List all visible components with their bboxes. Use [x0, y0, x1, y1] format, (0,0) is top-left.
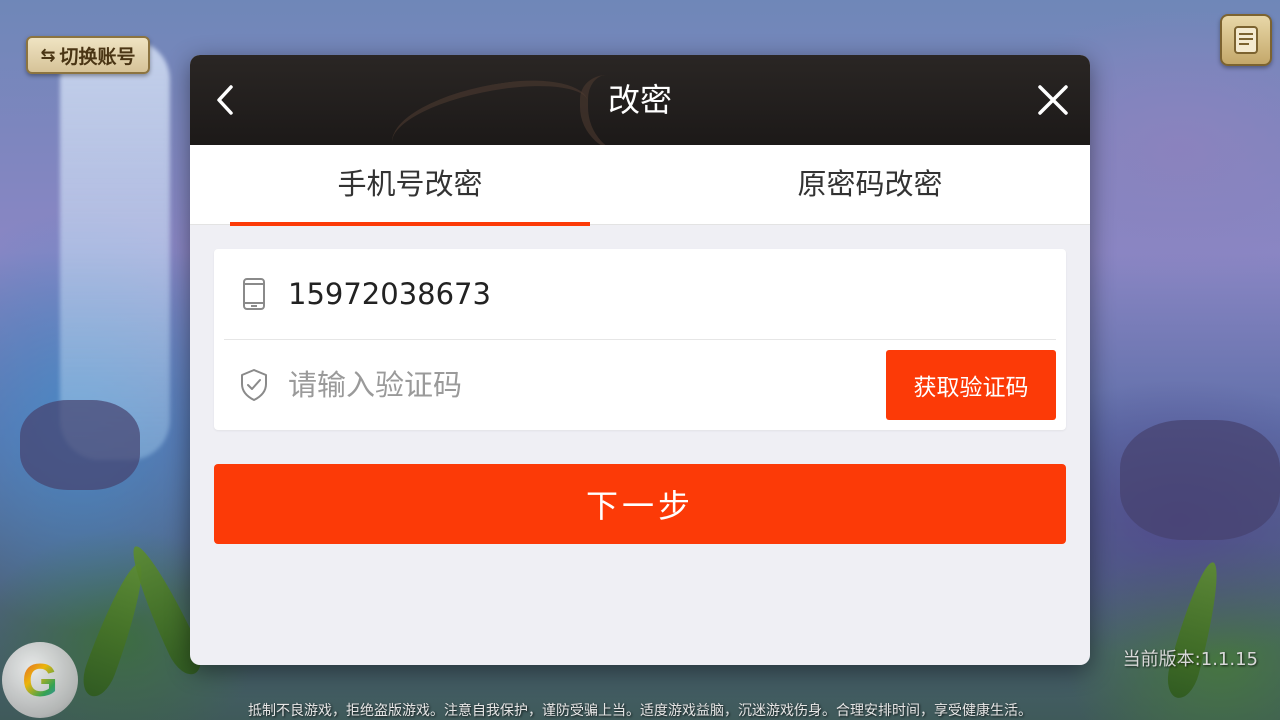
active-tab-indicator	[230, 222, 590, 226]
background-leaf	[1162, 558, 1228, 702]
mobile-phone-icon	[236, 274, 272, 314]
dialog-title: 改密	[607, 81, 672, 119]
next-step-button[interactable]: 下一步	[214, 464, 1066, 544]
version-label: 当前版本:1.1.15	[1122, 649, 1258, 670]
change-password-dialog: 改密 手机号改密 原密码改密 15972038673 请输入验证码 获取验证码 …	[190, 55, 1090, 665]
switch-account-button[interactable]: ⇆ 切换账号	[26, 36, 150, 74]
phone-number-value: 15972038673	[288, 277, 491, 311]
tab-label: 原密码改密	[797, 167, 943, 201]
switch-account-label: 切换账号	[59, 45, 136, 68]
phone-row: 15972038673	[214, 249, 1066, 339]
tab-phone-change-password[interactable]: 手机号改密	[230, 145, 590, 226]
get-verification-code-button[interactable]: 获取验证码	[886, 350, 1056, 420]
scroll-icon	[1234, 26, 1258, 54]
background-waterfall	[60, 40, 170, 460]
game-background: ⇆ 切换账号 G 当前版本:1.1.15 抵制不良游戏，拒绝盗版游戏。注意自我保…	[0, 0, 1280, 720]
tab-old-password-change[interactable]: 原密码改密	[690, 145, 1050, 225]
background-rock	[20, 400, 140, 490]
notice-scroll-button[interactable]	[1220, 14, 1272, 66]
dialog-header: 改密	[190, 55, 1090, 145]
back-button[interactable]	[202, 75, 252, 125]
chevron-left-icon	[217, 85, 233, 115]
verification-code-row: 获取验证码	[214, 340, 1066, 430]
verification-code-input[interactable]	[288, 360, 868, 410]
swap-arrows-icon: ⇆	[40, 44, 56, 66]
close-button[interactable]	[1028, 75, 1078, 125]
close-icon	[1038, 85, 1068, 115]
background-rock	[1120, 420, 1280, 540]
tab-bar: 手机号改密 原密码改密	[190, 145, 1090, 226]
tab-label: 手机号改密	[337, 167, 483, 201]
health-disclaimer: 抵制不良游戏，拒绝盗版游戏。注意自我保护，谨防受骗上当。适度游戏益脑，沉迷游戏伤…	[248, 703, 1032, 719]
shield-check-icon	[236, 365, 272, 405]
g-logo-icon: G	[22, 654, 58, 706]
form-card: 15972038673 获取验证码	[214, 249, 1066, 430]
